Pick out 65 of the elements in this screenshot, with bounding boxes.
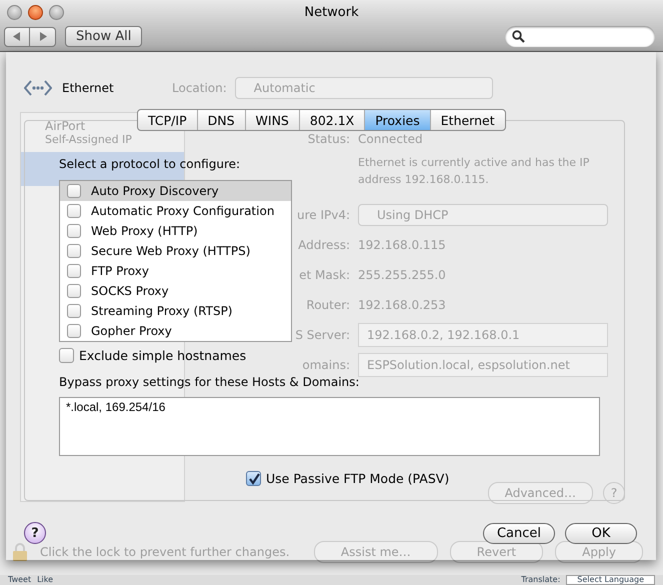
checkbox[interactable] <box>67 184 81 198</box>
dialog-button[interactable]: OK <box>565 522 637 544</box>
selected-row[interactable]: Auto Proxy Discovery <box>60 181 291 201</box>
checkbox[interactable] <box>67 264 81 278</box>
checkbox-label: Exclude simple hostnames <box>79 348 246 363</box>
tab[interactable]: WINS <box>244 110 299 130</box>
field-value: 192.168.0.115 <box>358 238 447 252</box>
minimize-button[interactable] <box>7 4 22 20</box>
checkbox[interactable] <box>67 304 81 318</box>
like-button[interactable]: Like <box>37 575 54 585</box>
checkbox[interactable] <box>67 244 81 258</box>
field-value: 192.168.0.253 <box>358 298 447 312</box>
back-button[interactable] <box>4 26 30 46</box>
protocol-label: Gopher Proxy <box>91 324 172 338</box>
checkbox[interactable] <box>246 471 261 486</box>
protocol-prompt: Select a protocol to configure: <box>59 157 240 171</box>
status-label: Status: <box>308 132 350 146</box>
protocol-label: SOCKS Proxy <box>91 284 169 298</box>
window-title: Network <box>304 4 359 20</box>
back-arrow-icon <box>13 32 21 41</box>
checkbox-label: Use Passive FTP Mode (PASV) <box>266 471 450 486</box>
zoom-button[interactable] <box>49 4 64 20</box>
field-value: 255.255.255.0 <box>358 268 447 282</box>
service-title: Ethernet <box>62 81 114 95</box>
field-label: Address: <box>298 238 350 252</box>
field-label: ure IPv4: <box>296 208 350 222</box>
bypass-field[interactable]: *.local, 169.254/16 <box>59 397 600 456</box>
checkbox[interactable] <box>59 348 74 363</box>
tab[interactable]: DNS <box>196 110 245 130</box>
protocol-label: Secure Web Proxy (HTTPS) <box>91 244 250 258</box>
tab[interactable]: Proxies <box>364 110 430 130</box>
service-status: Self-Assigned IP <box>45 133 133 146</box>
bypass-label: Bypass proxy settings for these Hosts & Domains: <box>59 375 360 389</box>
protocol-label: Auto Proxy Discovery <box>91 184 219 198</box>
protocol-label: Web Proxy (HTTP) <box>91 224 198 238</box>
show-all-button[interactable]: Show All <box>65 26 142 47</box>
checkbox[interactable] <box>67 204 81 218</box>
language-select[interactable]: Select Language <box>566 575 655 585</box>
field-label: S Server: <box>295 328 350 342</box>
search-icon <box>512 30 525 43</box>
translate-label: Translate: <box>521 575 560 585</box>
ethernet-icon <box>24 78 52 98</box>
dialog-button[interactable]: Cancel <box>483 522 555 544</box>
checkbox[interactable] <box>67 224 81 238</box>
search-field[interactable] <box>505 26 655 47</box>
help-button[interactable]: ? <box>24 522 46 544</box>
protocol-label: Streaming Proxy (RTSP) <box>91 304 232 318</box>
location-label: Location: <box>172 81 227 95</box>
protocol-label: FTP Proxy <box>91 264 149 278</box>
forward-arrow-icon <box>38 32 46 41</box>
forward-button[interactable] <box>30 26 56 46</box>
tab[interactable]: Ethernet <box>430 110 505 130</box>
tweet-button[interactable]: Tweet <box>8 575 32 585</box>
field-label: omains: <box>302 358 350 372</box>
status-value: Connected <box>358 132 424 146</box>
lock-message: Click the lock to prevent further changes. <box>40 545 290 559</box>
checkbox[interactable] <box>67 284 81 298</box>
close-button[interactable] <box>28 4 43 20</box>
tab[interactable]: TCP/IP <box>138 110 197 130</box>
checkbox[interactable] <box>67 324 81 338</box>
field-label: et Mask: <box>299 268 350 282</box>
lock-icon[interactable] <box>12 542 28 562</box>
status-description: Ethernet is currently active and has the IP address 192.168.0.115. <box>358 155 590 188</box>
field-label: Router: <box>306 298 350 312</box>
protocol-label: Automatic Proxy Configuration <box>91 204 274 218</box>
